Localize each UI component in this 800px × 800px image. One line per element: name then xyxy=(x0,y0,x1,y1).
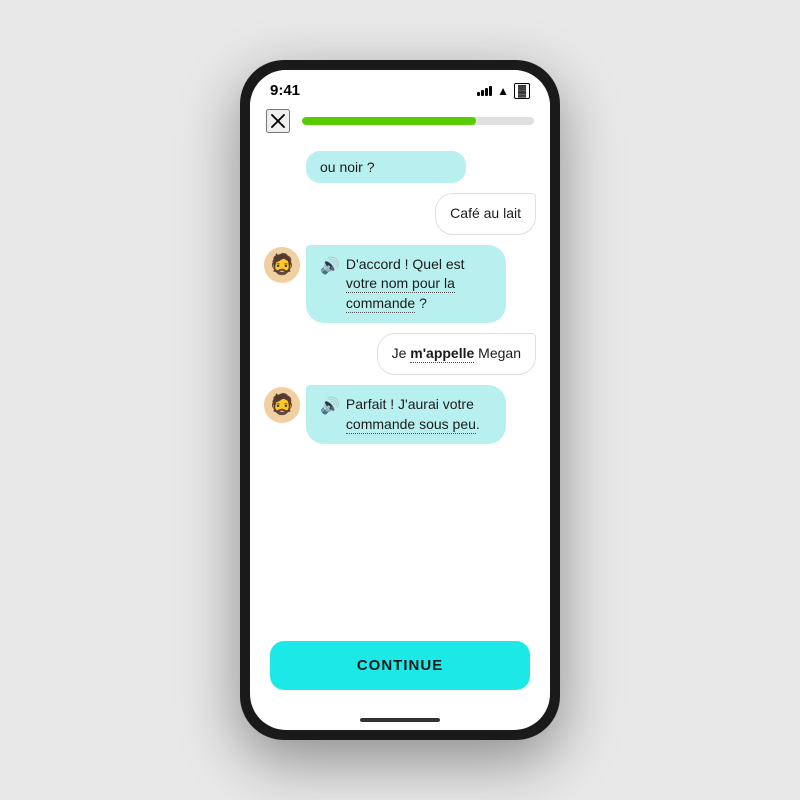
bubble-right: Café au lait xyxy=(435,193,536,235)
bubble-text: D'accord ! Quel est votre nom pour la co… xyxy=(346,255,492,314)
bubble-content: 🔊 Parfait ! J'aurai votre commande sous … xyxy=(320,395,492,434)
chat-area: ou noir ? Café au lait 🧔 🔊 D'accord ! Qu… xyxy=(250,143,550,631)
list-item: Café au lait xyxy=(264,193,536,235)
signal-icon xyxy=(477,85,492,96)
home-indicator xyxy=(250,710,550,730)
bubble-text: ou noir ? xyxy=(320,159,374,175)
list-item: ou noir ? xyxy=(306,151,466,183)
continue-button[interactable]: CONTINUE xyxy=(270,641,530,690)
status-icons: ▲ ▓ xyxy=(477,83,530,99)
close-button[interactable] xyxy=(266,109,290,133)
avatar: 🧔 xyxy=(264,247,300,283)
phone-frame: 9:41 ▲ ▓ xyxy=(240,60,560,740)
bubble-text: Café au lait xyxy=(450,205,521,221)
home-bar xyxy=(360,718,440,722)
dotted-word: commande sous peu xyxy=(346,416,476,434)
bubble-text: Je m'appelle Megan xyxy=(392,345,521,363)
top-bar xyxy=(250,103,550,143)
avatar: 🧔 xyxy=(264,387,300,423)
bubble-left: 🔊 Parfait ! J'aurai votre commande sous … xyxy=(306,385,506,444)
bubble-content: 🔊 D'accord ! Quel est votre nom pour la … xyxy=(320,255,492,314)
list-item: 🧔 🔊 D'accord ! Quel est votre nom pour l… xyxy=(264,245,536,324)
bubble-left: 🔊 D'accord ! Quel est votre nom pour la … xyxy=(306,245,506,324)
bubble-right: Je m'appelle Megan xyxy=(377,333,536,375)
progress-bar-container xyxy=(302,117,534,125)
wifi-icon: ▲ xyxy=(497,84,509,98)
speaker-icon[interactable]: 🔊 xyxy=(320,396,340,418)
progress-bar-fill xyxy=(302,117,476,125)
bubble-text: Parfait ! J'aurai votre commande sous pe… xyxy=(346,395,492,434)
speaker-icon[interactable]: 🔊 xyxy=(320,256,340,278)
battery-icon: ▓ xyxy=(514,83,530,99)
status-bar: 9:41 ▲ ▓ xyxy=(250,70,550,103)
list-item: Je m'appelle Megan xyxy=(264,333,536,375)
dotted-word: m'appelle xyxy=(410,345,474,363)
phone-screen: 9:41 ▲ ▓ xyxy=(250,70,550,730)
list-item: 🧔 🔊 Parfait ! J'aurai votre commande sou… xyxy=(264,385,536,444)
bottom-area: CONTINUE xyxy=(250,631,550,710)
status-time: 9:41 xyxy=(270,82,300,99)
dotted-word: votre nom pour la commande xyxy=(346,275,455,313)
